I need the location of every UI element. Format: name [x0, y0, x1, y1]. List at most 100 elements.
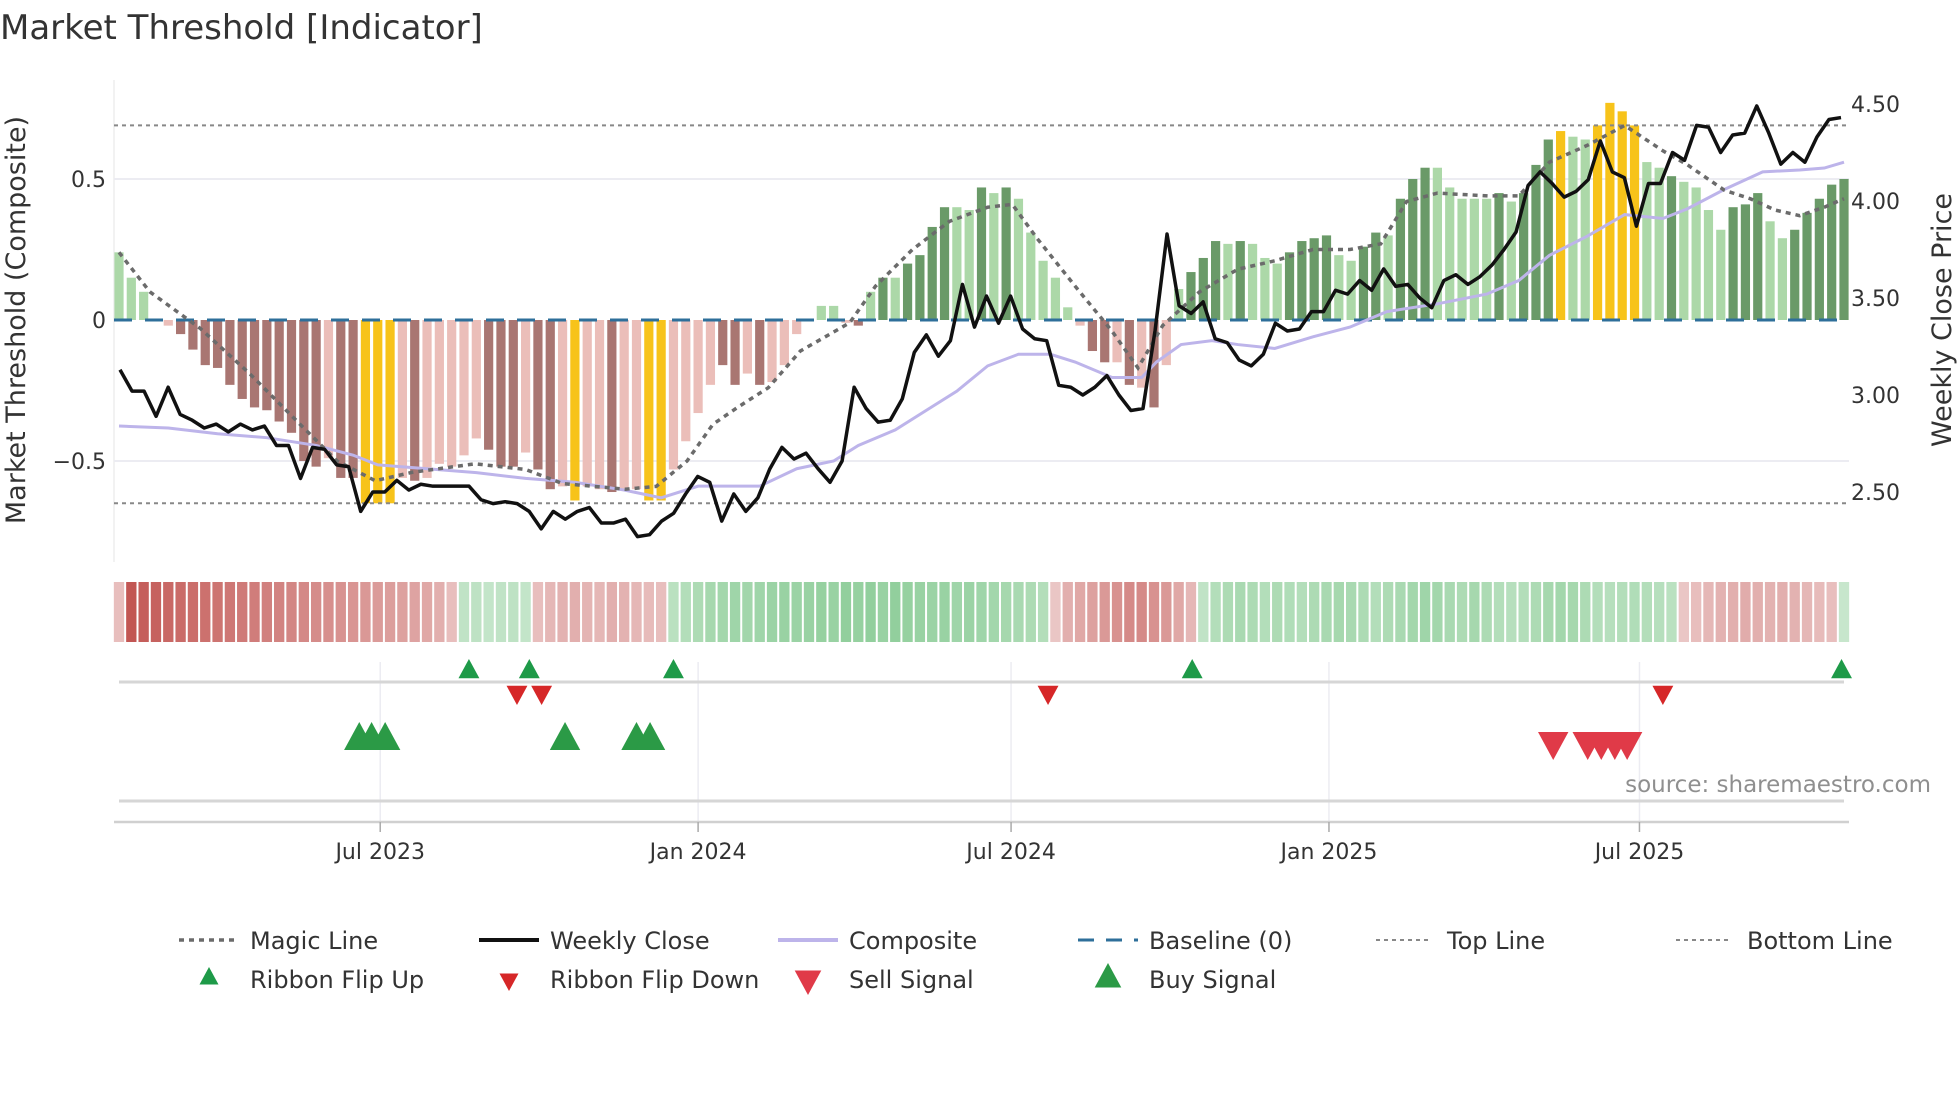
- ribbon-segment: [1309, 582, 1320, 642]
- composite-bar: [742, 320, 752, 374]
- ribbon-segment: [717, 582, 728, 642]
- ribbon-segment: [1826, 582, 1837, 642]
- ribbon-segment: [1777, 582, 1788, 642]
- composite-bar: [705, 320, 716, 385]
- composite-bar: [718, 320, 728, 366]
- ribbon-segment: [1432, 582, 1443, 642]
- composite-bar: [1666, 176, 1677, 320]
- ribbon-flip-up-marker: [1831, 659, 1852, 679]
- composite-bar: [1482, 198, 1492, 320]
- legend-label-flipup: Ribbon Flip Up: [250, 966, 424, 994]
- ribbon-flip-down-marker: [506, 685, 528, 705]
- composite-bar: [1026, 232, 1036, 320]
- ribbon-segment: [1272, 582, 1283, 642]
- composite-bar: [373, 320, 383, 504]
- ribbon-segment: [668, 582, 679, 642]
- ribbon-segment: [508, 582, 519, 642]
- ribbon-segment: [1641, 582, 1653, 642]
- composite-bar: [594, 320, 605, 490]
- left-axis-label: Market Threshold (Composite): [1, 116, 32, 524]
- ribbon-segment: [705, 582, 716, 642]
- ribbon-segment: [865, 582, 876, 642]
- composite-bar: [447, 320, 457, 467]
- ribbon-segment: [1617, 582, 1628, 642]
- ribbon-segment: [1814, 582, 1825, 642]
- composite-bar: [1580, 139, 1590, 320]
- composite-bar: [249, 320, 260, 408]
- ribbon-segment: [1444, 582, 1455, 642]
- ribbon-segment: [1493, 582, 1505, 642]
- ribbon-segment: [1752, 582, 1763, 642]
- composite-bar: [533, 320, 543, 470]
- composite-bar: [570, 320, 580, 501]
- legend-label-flipdown: Ribbon Flip Down: [550, 966, 759, 994]
- composite-bar: [176, 320, 186, 335]
- ribbon-segment: [988, 582, 999, 642]
- ribbon-segment: [1518, 582, 1529, 642]
- composite-bar: [755, 320, 765, 385]
- composite-bar: [607, 320, 617, 493]
- right-y-tick-label: 3.50: [1851, 287, 1900, 312]
- ribbon-segment: [347, 582, 359, 642]
- ribbon-segment: [1210, 582, 1221, 642]
- ribbon-segment: [261, 582, 273, 642]
- composite-bar: [1272, 263, 1282, 320]
- ribbon-segment: [1703, 582, 1714, 642]
- ribbon-segment: [237, 582, 248, 642]
- ribbon-segment: [890, 582, 901, 642]
- composite-bar: [496, 320, 506, 467]
- ribbon-segment: [495, 582, 507, 642]
- ribbon-segment: [1013, 582, 1024, 642]
- composite-bar: [767, 320, 777, 383]
- ribbon-segment: [729, 582, 741, 642]
- x-tick-label: Jan 2024: [648, 840, 747, 865]
- composite-bar: [1235, 241, 1245, 320]
- ribbon-segment: [224, 582, 236, 642]
- ribbon-segment: [1198, 582, 1209, 642]
- ribbon-segment: [1666, 582, 1677, 642]
- ribbon-flip-up-icon: [199, 967, 219, 985]
- ribbon-segment: [397, 582, 408, 642]
- main-panel: 0.5 0 −0.5 4.50 4.00 3.50 3.00 2.50 Market Thr…: [1, 80, 1958, 562]
- ribbon-segment: [1025, 582, 1036, 642]
- ribbon-segment: [1099, 582, 1110, 642]
- composite-bar: [299, 320, 309, 461]
- composite-bar: [126, 277, 136, 320]
- composite-bar: [410, 320, 420, 481]
- x-axis-ticks: Jul 2023 Jan 2024 Jul 2024 Jan 2025 Jul 2025: [333, 822, 1684, 865]
- ribbon-segment: [1284, 582, 1295, 642]
- left-y-axis-ticks: 0.5 0 −0.5: [53, 168, 106, 475]
- ribbon-segment: [1506, 582, 1517, 642]
- ribbon-flip-up-marker: [663, 659, 684, 679]
- chart-title: Market Threshold [Indicator]: [0, 8, 483, 48]
- composite-bar: [1703, 210, 1714, 320]
- composite-bar: [1260, 257, 1270, 320]
- composite-bar: [1063, 307, 1073, 320]
- ribbon-segment: [1173, 582, 1184, 642]
- left-y-tick-label: 0: [92, 309, 106, 334]
- ribbon-segment: [1555, 582, 1566, 642]
- composite-bar: [644, 320, 654, 501]
- composite-bar: [484, 320, 494, 450]
- x-tick-label: Jul 2023: [333, 840, 425, 865]
- ribbon-segment: [483, 582, 494, 642]
- composite-bar: [619, 320, 629, 490]
- ribbon-flip-up-marker: [1181, 659, 1203, 679]
- composite-bar: [139, 291, 149, 320]
- ribbon-segment: [1764, 582, 1776, 642]
- legend-swatch-buy: [1094, 963, 1122, 988]
- ribbon-segment: [816, 582, 827, 642]
- ribbon-segment: [1000, 582, 1012, 642]
- ribbon-segment: [1345, 582, 1357, 642]
- composite-bar: [286, 320, 297, 433]
- ribbon-segment: [1222, 582, 1234, 642]
- ribbon-segment: [1161, 582, 1172, 642]
- buy-signal-marker: [549, 722, 581, 750]
- composite-bar: [730, 320, 740, 385]
- ribbon-segment: [372, 582, 383, 642]
- composite-bar: [902, 263, 913, 320]
- ribbon-segment: [1789, 582, 1800, 642]
- ribbon-segment: [939, 582, 950, 642]
- ribbon-segment: [249, 582, 260, 642]
- composite-bar: [1543, 139, 1553, 320]
